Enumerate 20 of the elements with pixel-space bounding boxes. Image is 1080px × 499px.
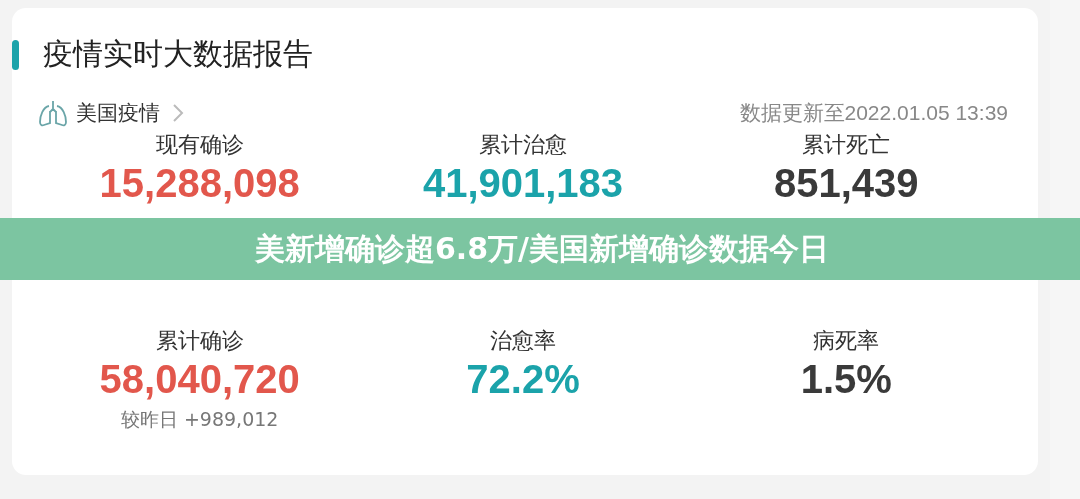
update-time: 数据更新至2022.01.05 13:39 (739, 100, 1008, 126)
stat-label: 累计确诊 (155, 327, 244, 355)
stat-label: 累计死亡 (802, 131, 891, 159)
stat-label: 病死率 (813, 327, 880, 355)
stat-label: 现有确诊 (155, 131, 244, 159)
stat-value: 1.5% (800, 359, 892, 399)
chevron-right-icon[interactable] (172, 103, 184, 123)
stat-value: 41,901,183 (422, 163, 624, 203)
stat-value: 58,040,720 (99, 359, 300, 399)
stat-label: 治愈率 (490, 327, 556, 355)
stat-value: 15,288,098 (99, 163, 300, 203)
lungs-icon (38, 99, 68, 127)
change-text: 较昨日 +989,012 (120, 407, 279, 431)
region-link[interactable]: 美国疫情 (76, 99, 160, 127)
stat-label: 累计治愈 (479, 131, 567, 159)
stat-value: 72.2% (466, 359, 580, 399)
report-title: 疫情实时大数据报告 (43, 35, 313, 73)
banner-text: 美新增确诊超6.8万/美国新增确诊数据今日 (253, 229, 830, 268)
stat-value: 851,439 (774, 163, 919, 203)
accent-bar (12, 39, 19, 70)
